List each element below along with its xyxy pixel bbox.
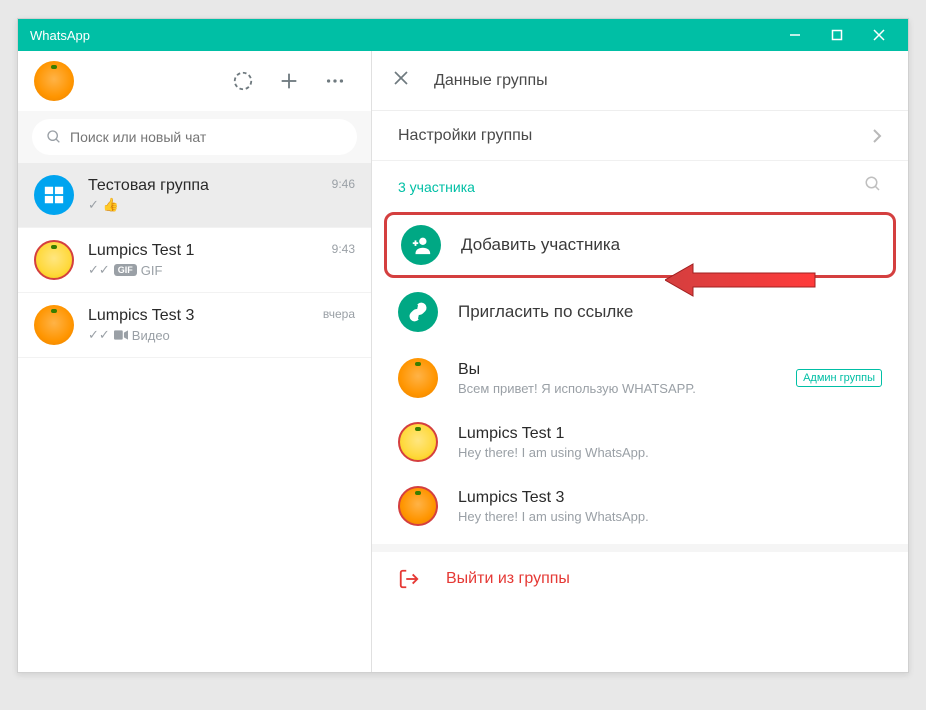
member-info: Lumpics Test 3 Hey there! I am using Wha… (458, 489, 882, 524)
chat-subtitle: ✓✓ GIF GIF (88, 262, 332, 278)
add-participant-label: Добавить участника (461, 235, 620, 255)
chevron-right-icon (872, 128, 882, 144)
status-icon[interactable] (223, 61, 263, 101)
exit-icon (398, 568, 420, 590)
titlebar: WhatsApp (18, 19, 908, 51)
thumbs-up-icon: 👍 (103, 197, 119, 213)
exit-group-row[interactable]: Выйти из группы (372, 544, 908, 606)
close-panel-button[interactable] (392, 69, 410, 92)
group-settings-label: Настройки группы (398, 127, 532, 145)
participants-count: 3 участника (398, 179, 475, 195)
right-header: Данные группы (372, 51, 908, 111)
member-row[interactable]: Вы Всем привет! Я использую WHATSAPP. Ад… (372, 346, 908, 410)
search-participants-button[interactable] (864, 175, 882, 198)
member-avatar (398, 486, 438, 526)
maximize-button[interactable] (816, 19, 858, 51)
exit-group-label: Выйти из группы (446, 570, 570, 588)
add-participant-row[interactable]: Добавить участника (384, 212, 896, 278)
participants-row: 3 участника (372, 161, 908, 212)
app-body: Тестовая группа ✓ 👍 9:46 Lumpics Test 1 … (18, 51, 908, 672)
new-chat-icon[interactable] (269, 61, 309, 101)
invite-link-row[interactable]: Пригласить по ссылке (372, 278, 908, 346)
right-pane: Данные группы Настройки группы 3 участни… (372, 51, 908, 672)
chat-subtitle: ✓✓ Видео (88, 327, 323, 343)
chat-info: Lumpics Test 1 ✓✓ GIF GIF (88, 242, 332, 278)
chat-preview-text: GIF (141, 263, 163, 278)
double-check-icon: ✓✓ (88, 262, 110, 278)
chat-title: Lumpics Test 1 (88, 242, 332, 260)
video-icon (114, 330, 128, 340)
member-status: Hey there! I am using WhatsApp. (458, 509, 882, 524)
chat-title: Тестовая группа (88, 177, 332, 195)
member-info: Вы Всем привет! Я использую WHATSAPP. (458, 361, 776, 396)
chat-subtitle: ✓ 👍 (88, 197, 332, 213)
member-status: Всем привет! Я использую WHATSAPP. (458, 381, 776, 396)
member-name: Вы (458, 361, 776, 379)
panel-title: Данные группы (434, 72, 548, 90)
admin-badge: Админ группы (796, 369, 882, 387)
menu-icon[interactable] (315, 61, 355, 101)
search-box[interactable] (32, 119, 357, 155)
add-person-icon (401, 225, 441, 265)
member-status: Hey there! I am using WhatsApp. (458, 445, 882, 460)
minimize-button[interactable] (774, 19, 816, 51)
chat-avatar-windows (34, 175, 74, 215)
chat-avatar (34, 305, 74, 345)
member-info: Lumpics Test 1 Hey there! I am using Wha… (458, 425, 882, 460)
invite-link-label: Пригласить по ссылке (458, 302, 633, 322)
member-avatar (398, 422, 438, 462)
chat-info: Lumpics Test 3 ✓✓ Видео (88, 307, 323, 343)
member-row[interactable]: Lumpics Test 1 Hey there! I am using Wha… (372, 410, 908, 474)
left-pane: Тестовая группа ✓ 👍 9:46 Lumpics Test 1 … (18, 51, 372, 672)
chat-time: 9:43 (332, 242, 355, 256)
chat-title: Lumpics Test 3 (88, 307, 323, 325)
search-bar (18, 111, 371, 163)
titlebar-title: WhatsApp (26, 28, 774, 43)
chat-item[interactable]: Lumpics Test 1 ✓✓ GIF GIF 9:43 (18, 228, 371, 293)
member-row[interactable]: Lumpics Test 3 Hey there! I am using Wha… (372, 474, 908, 538)
group-settings-row[interactable]: Настройки группы (372, 111, 908, 161)
gif-badge-icon: GIF (114, 264, 137, 276)
chat-time: вчера (323, 307, 355, 321)
double-check-icon: ✓✓ (88, 327, 110, 343)
chat-time: 9:46 (332, 177, 355, 191)
member-name: Lumpics Test 3 (458, 489, 882, 507)
chat-list: Тестовая группа ✓ 👍 9:46 Lumpics Test 1 … (18, 163, 371, 672)
member-name: Lumpics Test 1 (458, 425, 882, 443)
close-window-button[interactable] (858, 19, 900, 51)
chat-preview-text: Видео (132, 328, 170, 343)
link-icon (398, 292, 438, 332)
left-header (18, 51, 371, 111)
search-icon (46, 129, 62, 145)
user-avatar[interactable] (34, 61, 74, 101)
chat-item[interactable]: Тестовая группа ✓ 👍 9:46 (18, 163, 371, 228)
search-input[interactable] (70, 129, 343, 145)
app-window: WhatsApp (17, 18, 909, 673)
chat-avatar (34, 240, 74, 280)
chat-info: Тестовая группа ✓ 👍 (88, 177, 332, 213)
check-icon: ✓ (88, 197, 99, 213)
chat-item[interactable]: Lumpics Test 3 ✓✓ Видео вчера (18, 293, 371, 358)
member-avatar (398, 358, 438, 398)
